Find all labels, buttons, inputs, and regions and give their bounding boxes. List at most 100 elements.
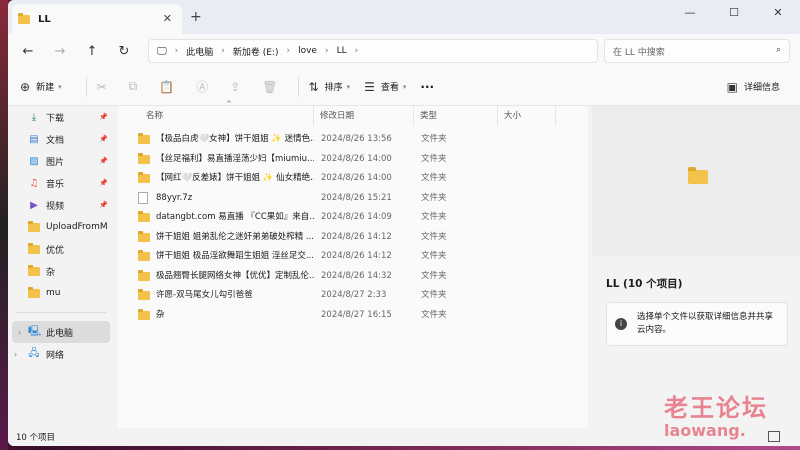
- file-name-cell: 许愿-双马尾女儿勾引爸爸: [138, 286, 314, 306]
- pin-icon: 📌: [99, 113, 108, 121]
- file-type: 文件夹: [421, 192, 447, 203]
- cut-icon[interactable]: ✂: [97, 80, 107, 94]
- breadcrumb-love[interactable]: love: [298, 46, 317, 56]
- file-name-cell: 【丝足福利】易直播淫荡少妇【miumiu...: [138, 150, 314, 170]
- file-type: 文件夹: [421, 153, 447, 164]
- view-button[interactable]: ☰ 查看 ▾: [364, 80, 406, 94]
- computer-icon: 🖳: [28, 325, 42, 337]
- sidebar-item-network[interactable]: › 🖧 网络: [8, 343, 114, 365]
- details-title: LL (10 个项目): [606, 278, 683, 290]
- file-name-cell: datangbt.com 易直播 『CC果如』来自...: [138, 208, 314, 228]
- minimize-button[interactable]: —: [668, 0, 712, 24]
- details-info-box: i 选择单个文件以获取详细信息并共享云内容。: [606, 302, 788, 346]
- video-icon: ▶: [30, 199, 38, 211]
- tab-close-icon[interactable]: ✕: [163, 12, 172, 25]
- table-row[interactable]: 极品翘臀长腿网络女神【优优】定制乱伦... 2024/8/26 14:32 文件夹: [118, 267, 588, 287]
- paste-icon[interactable]: 📋: [159, 80, 174, 94]
- back-button[interactable]: ←: [12, 44, 44, 59]
- table-row[interactable]: 饼干姐姐 极品淫欲舞蹈生姐姐 淫丝足交... 2024/8/26 14:12 文件夹: [118, 247, 588, 267]
- table-row[interactable]: datangbt.com 易直播 『CC果如』来自... 2024/8/26 14…: [118, 208, 588, 228]
- sidebar-item-documents[interactable]: ▤ 文档 📌: [8, 128, 114, 150]
- sort-icon: ⇅: [308, 79, 319, 94]
- folder-icon: [28, 242, 40, 254]
- file-date: 2024/8/26 14:12: [321, 231, 392, 242]
- breadcrumb-ll[interactable]: LL: [337, 46, 347, 56]
- address-bar[interactable]: 🖵 › 此电脑 › 新加卷 (E:) › love › LL ›: [148, 39, 598, 63]
- title-bar: LL ✕ + — ☐ ✕: [8, 0, 800, 34]
- file-type: 文件夹: [421, 134, 447, 144]
- file-name-cell: 【极品白虎🤍女神】饼干姐姐 ✨ 迷情色...: [138, 130, 314, 150]
- file-date: 2024/8/26 14:32: [321, 270, 392, 281]
- maximize-button[interactable]: ☐: [712, 0, 756, 24]
- new-tab-button[interactable]: +: [190, 9, 202, 25]
- column-header-row: ^ 名称 修改日期 类型 大小: [118, 100, 588, 126]
- breadcrumb-drive[interactable]: 新加卷 (E:): [233, 45, 279, 58]
- sidebar-item-music[interactable]: ♫ 音乐 📌: [8, 172, 114, 194]
- more-options-button[interactable]: ···: [420, 80, 434, 94]
- search-icon: ⌕: [775, 45, 781, 55]
- sidebar-item-pictures[interactable]: ▨ 图片 📌: [8, 150, 114, 172]
- new-button[interactable]: ⊕ 新建 ▾: [20, 80, 62, 94]
- file-name: 【网红🤍反差婊】饼干姐姐 ✨ 仙女精绝...: [156, 173, 314, 183]
- close-button[interactable]: ✕: [756, 0, 800, 24]
- table-row[interactable]: 许愿-双马尾女儿勾引爸爸 2024/8/27 2:33 文件夹: [118, 286, 588, 306]
- view-label: 查看: [380, 83, 399, 93]
- folder-icon: [18, 12, 30, 24]
- sidebar-item-uploadfromm[interactable]: UploadFromM: [8, 216, 114, 238]
- sidebar-item-videos[interactable]: ▶ 视频 📌: [8, 194, 114, 216]
- folder-icon: [138, 172, 150, 184]
- command-toolbar: ⊕ 新建 ▾ ✂ ⧉ 📋 Ⓐ ⇪ 🗑 ⇅ 排序 ▾ ☰ 查看 ▾ ··· ▣ 详…: [8, 68, 800, 106]
- forward-button[interactable]: →: [44, 44, 76, 59]
- delete-icon[interactable]: 🗑: [262, 80, 277, 94]
- item-count: 10 个项目: [16, 433, 56, 443]
- table-row[interactable]: 【网红🤍反差婊】饼干姐姐 ✨ 仙女精绝... 2024/8/26 14:00 文件夹: [118, 169, 588, 189]
- file-type: 文件夹: [421, 231, 447, 242]
- sidebar-item-mu[interactable]: mu: [8, 282, 114, 304]
- sidebar-item-label: 图片: [46, 157, 65, 168]
- sort-button[interactable]: ⇅ 排序 ▾: [309, 80, 351, 94]
- desktop-background-edge: [0, 0, 8, 450]
- details-pane-button[interactable]: ▣ 详细信息: [727, 80, 780, 94]
- details-label: 详细信息: [743, 83, 780, 93]
- column-header-date[interactable]: 修改日期: [316, 106, 414, 126]
- sidebar-item-this-pc[interactable]: › 🖳 此电脑: [12, 321, 110, 343]
- navigation-bar: ← → ↑ ↻ 🖵 › 此电脑 › 新加卷 (E:) › love › LL ›…: [8, 34, 800, 68]
- column-header-size[interactable]: 大小: [500, 106, 556, 126]
- sidebar-item-youyou[interactable]: 优优: [8, 238, 114, 260]
- sidebar-item-label: 网络: [46, 350, 65, 361]
- music-icon: ♫: [29, 177, 39, 189]
- file-type: 文件夹: [421, 251, 447, 261]
- plus-circle-icon: ⊕: [20, 79, 31, 94]
- file-name: 杂: [156, 309, 165, 320]
- breadcrumb-this-pc[interactable]: 此电脑: [186, 45, 213, 58]
- table-row[interactable]: 88yyr.7z 2024/8/26 15:21 文件夹: [118, 189, 588, 209]
- chevron-right-icon[interactable]: ›: [18, 328, 21, 337]
- pin-icon: 📌: [99, 179, 108, 187]
- column-label: 修改日期: [320, 111, 355, 121]
- refresh-button[interactable]: ↻: [108, 44, 140, 59]
- table-row[interactable]: 杂 2024/8/27 16:15 文件夹: [118, 306, 588, 326]
- sidebar-item-label: 视频: [46, 201, 65, 212]
- table-row[interactable]: 【极品白虎🤍女神】饼干姐姐 ✨ 迷情色... 2024/8/26 13:56 文件夹: [118, 130, 588, 150]
- details-pane: LL (10 个项目) i 选择单个文件以获取详细信息并共享云内容。: [592, 106, 800, 428]
- search-input[interactable]: 在 LL 中搜索 ⌕: [604, 39, 790, 63]
- up-button[interactable]: ↑: [76, 44, 108, 59]
- table-row[interactable]: 饼干姐姐 姐弟乱伦之迷奸弟弟破处榨精 ... 2024/8/26 14:12 文件夹: [118, 228, 588, 248]
- column-header-name[interactable]: 名称: [142, 106, 314, 126]
- details-view-icon[interactable]: [768, 431, 780, 442]
- sidebar-item-downloads[interactable]: ⤓ 下载 📌: [8, 106, 114, 128]
- more-label: ···: [420, 79, 435, 94]
- column-header-type[interactable]: 类型: [416, 106, 498, 126]
- file-date: 2024/8/26 13:56: [321, 134, 392, 144]
- table-row[interactable]: 【丝足福利】易直播淫荡少妇【miumiu... 2024/8/26 14:00 文件…: [118, 150, 588, 170]
- tab-ll[interactable]: LL ✕: [12, 4, 182, 34]
- file-date: 2024/8/27 16:15: [321, 309, 392, 320]
- share-icon[interactable]: ⇪: [230, 80, 240, 94]
- copy-icon[interactable]: ⧉: [129, 79, 138, 94]
- chevron-right-icon[interactable]: ›: [14, 350, 17, 359]
- rename-icon[interactable]: Ⓐ: [196, 78, 208, 95]
- sidebar-item-za[interactable]: 杂: [8, 260, 114, 282]
- file-date: 2024/8/26 14:00: [321, 173, 392, 183]
- pin-icon: 📌: [99, 201, 108, 209]
- sidebar-item-label: 优优: [46, 245, 65, 256]
